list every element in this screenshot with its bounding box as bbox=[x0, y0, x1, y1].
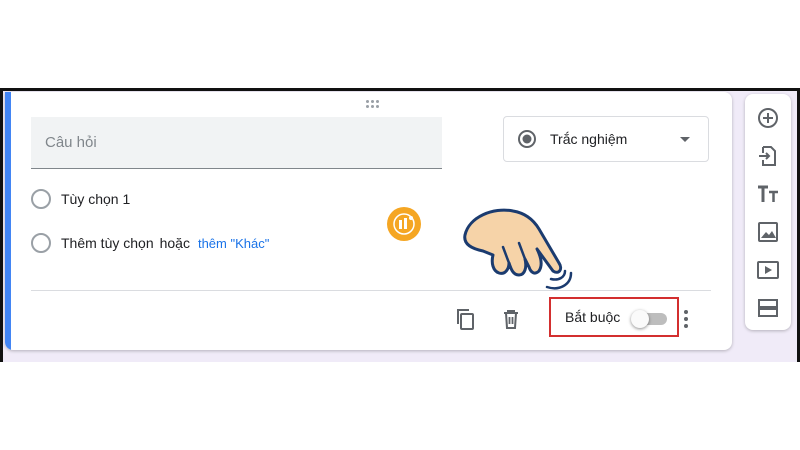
add-option-row: Thêm tùy chọn hoặc thêm "Khác" bbox=[31, 233, 269, 253]
floating-toolbar bbox=[745, 94, 791, 330]
trash-icon[interactable] bbox=[499, 307, 523, 331]
add-video-icon[interactable] bbox=[756, 258, 780, 282]
option-label: Tùy chọn 1 bbox=[61, 191, 131, 207]
add-image-icon[interactable] bbox=[756, 220, 780, 244]
required-toggle[interactable] bbox=[631, 310, 667, 328]
question-card[interactable]: Câu hỏi Trắc nghiệm Tùy chọn 1 Thêm tùy … bbox=[5, 92, 732, 350]
toggle-knob bbox=[631, 310, 649, 328]
question-placeholder: Câu hỏi bbox=[45, 134, 97, 151]
question-input[interactable]: Câu hỏi bbox=[31, 117, 442, 169]
add-section-icon[interactable] bbox=[756, 296, 780, 320]
add-question-icon[interactable] bbox=[756, 106, 780, 130]
add-title-icon[interactable] bbox=[756, 182, 780, 206]
cursor-badge-icon bbox=[387, 207, 421, 241]
pointing-hand-icon bbox=[463, 208, 573, 290]
radio-circle-icon bbox=[31, 233, 51, 253]
add-option-button[interactable]: Thêm tùy chọn bbox=[61, 235, 154, 251]
copy-icon[interactable] bbox=[453, 307, 477, 331]
import-questions-icon[interactable] bbox=[756, 144, 780, 168]
active-card-accent bbox=[5, 92, 11, 350]
radio-button-icon bbox=[518, 130, 536, 148]
or-text: hoặc bbox=[159, 235, 190, 251]
required-label: Bắt buộc bbox=[565, 309, 621, 325]
card-divider bbox=[31, 290, 711, 291]
required-highlight: Bắt buộc bbox=[549, 297, 679, 337]
question-type-select[interactable]: Trắc nghiệm bbox=[503, 116, 709, 162]
drag-handle[interactable] bbox=[366, 100, 384, 110]
add-other-link[interactable]: thêm "Khác" bbox=[198, 236, 269, 251]
radio-circle-icon bbox=[31, 189, 51, 209]
more-vert-icon[interactable] bbox=[684, 310, 688, 330]
chevron-down-icon bbox=[680, 137, 690, 142]
option-item[interactable]: Tùy chọn 1 bbox=[31, 189, 130, 209]
question-type-label: Trắc nghiệm bbox=[550, 131, 628, 147]
